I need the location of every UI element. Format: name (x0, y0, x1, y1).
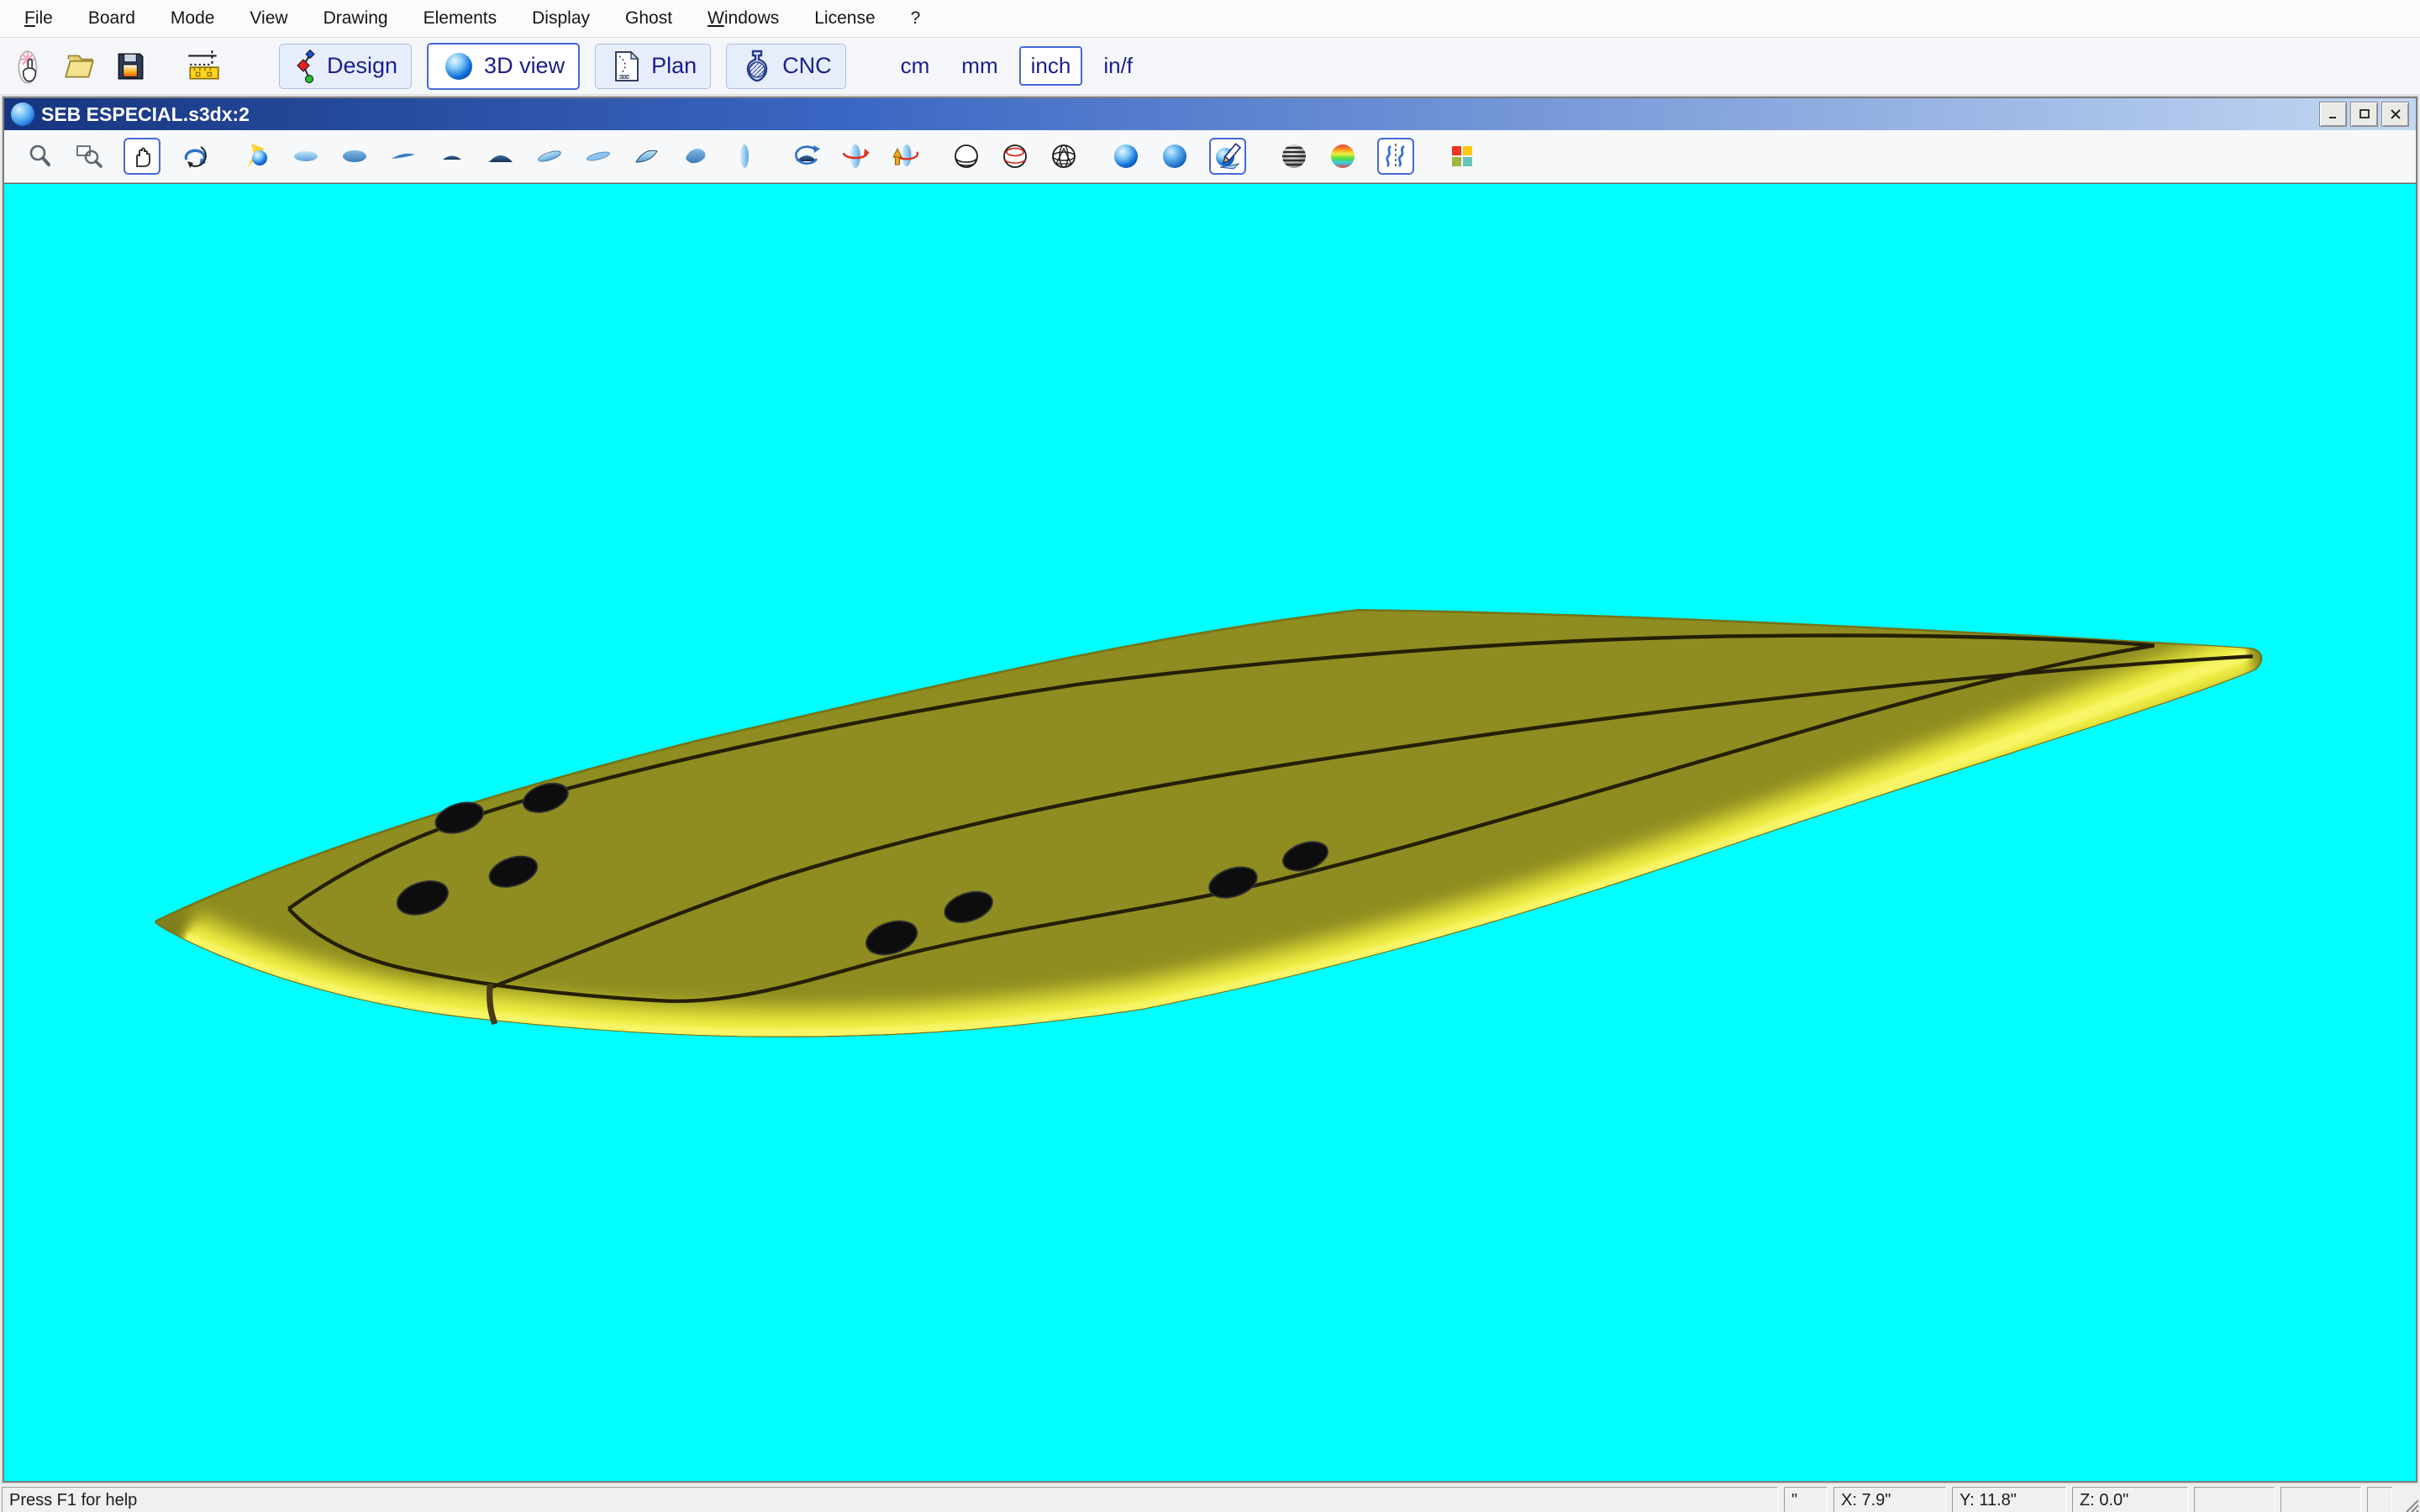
status-empty-panel (2194, 1487, 2275, 1512)
document-title-bar[interactable]: SEB ESPECIAL.s3dx:2 (4, 98, 2416, 130)
cnc-tool-icon (740, 48, 774, 85)
view-toolbar (4, 130, 2416, 183)
menu-item-elements[interactable]: Elements (406, 8, 515, 29)
color-map-icon[interactable] (1328, 142, 1357, 171)
save-file-icon[interactable] (111, 47, 150, 86)
cnc-button-label: CNC (782, 53, 832, 79)
cnc-button[interactable]: CNC (726, 44, 846, 89)
wireframe-mesh-sphere-icon[interactable] (1050, 142, 1078, 171)
main-toolbar: Design 3D view Plan CNC cm (0, 38, 2420, 95)
resize-grip[interactable] (2398, 1487, 2420, 1512)
status-empty-panel (2281, 1487, 2361, 1512)
plan-sheet-icon (609, 48, 643, 85)
menu-item-drawing[interactable]: Drawing (306, 8, 406, 29)
contour-stripes-icon[interactable] (1280, 142, 1308, 171)
menu-item-mode[interactable]: Mode (153, 8, 233, 29)
unit-mm-button[interactable]: mm (950, 47, 1008, 85)
menu-item-ghost[interactable]: Ghost (608, 8, 690, 29)
blue-sphere-icon (442, 50, 476, 83)
rocker-side-view-icon[interactable] (389, 142, 418, 171)
status-empty-panel (2367, 1487, 2392, 1512)
document-title: SEB ESPECIAL.s3dx:2 (41, 103, 250, 126)
model-canvas[interactable] (4, 183, 2416, 1481)
zoom-window-icon[interactable] (75, 142, 103, 171)
menu-item-help[interactable]: ? (893, 8, 939, 29)
pan-hand-icon[interactable] (128, 142, 156, 171)
minimize-button[interactable] (2319, 102, 2347, 127)
new-board-icon[interactable] (10, 47, 49, 86)
unit-cm-button[interactable]: cm (890, 47, 941, 85)
flip-board-icon[interactable] (890, 142, 918, 171)
selected-flow-frame (1377, 138, 1414, 175)
3d-view-button[interactable]: 3D view (427, 43, 580, 90)
spin-board-icon[interactable] (841, 142, 870, 171)
selected-tool-frame (124, 138, 160, 175)
rotate-3d-icon[interactable] (181, 142, 209, 171)
file-icon-group (10, 47, 224, 86)
plan-button-label: Plan (651, 53, 697, 79)
outline-bottom-view-icon[interactable] (340, 142, 369, 171)
perspective-thin-view-icon[interactable] (535, 142, 564, 171)
mode-button-group: Design 3D view Plan CNC (279, 43, 846, 90)
status-x-coordinate: X: 7.9" (1833, 1487, 1946, 1512)
document-window: SEB ESPECIAL.s3dx:2 (3, 97, 2417, 1483)
perspective-flat-view-icon[interactable] (584, 142, 613, 171)
measurements-icon[interactable] (185, 47, 224, 86)
status-bar: Press F1 for help " X: 7.9" Y: 11.8" Z: … (0, 1485, 2420, 1512)
three-quarter-back-view-icon[interactable] (681, 142, 710, 171)
wireframe-red-sphere-icon[interactable] (1001, 142, 1029, 171)
unit-button-group: cm mm inch in/f (890, 46, 1144, 86)
shaded-sphere-icon[interactable] (1160, 142, 1189, 171)
cross-section-large-view-icon[interactable] (487, 142, 515, 171)
zoom-icon[interactable] (26, 142, 55, 171)
menu-item-windows[interactable]: Windows (690, 8, 797, 29)
outline-top-view-icon[interactable] (292, 142, 320, 171)
status-y-coordinate: Y: 11.8" (1952, 1487, 2066, 1512)
design-button[interactable]: Design (279, 44, 412, 89)
design-button-label: Design (327, 53, 397, 79)
maximize-button[interactable] (2350, 102, 2378, 127)
rotate-cross-section-icon[interactable] (792, 142, 821, 171)
window-controls (2319, 102, 2409, 127)
status-z-coordinate: Z: 0.0" (2072, 1487, 2188, 1512)
front-view-icon[interactable] (730, 142, 759, 171)
status-help-text: Press F1 for help (2, 1487, 1778, 1512)
design-nodes-icon (293, 48, 318, 85)
unit-inch-button[interactable]: inch (1019, 46, 1083, 86)
close-button[interactable] (2381, 102, 2409, 127)
wireframe-sphere-icon[interactable] (952, 142, 981, 171)
open-file-icon[interactable] (60, 47, 99, 86)
cross-section-view-icon[interactable] (438, 142, 466, 171)
menu-item-file[interactable]: File (7, 8, 71, 29)
flow-lines-icon[interactable] (1381, 142, 1410, 171)
plan-button[interactable]: Plan (595, 44, 711, 89)
color-palette-icon[interactable] (1448, 142, 1476, 171)
blue-sphere-icon (11, 102, 34, 126)
3d-view-button-label: 3D view (484, 53, 565, 79)
lighting-icon[interactable] (243, 142, 271, 171)
surfboard-3d-render (4, 184, 2416, 1481)
selected-render-frame (1209, 138, 1246, 175)
menu-bar: File Board Mode View Drawing Elements Di… (0, 0, 2420, 38)
menu-item-view[interactable]: View (232, 8, 305, 29)
status-unit-symbol: " (1784, 1487, 1828, 1512)
edit-surface-icon[interactable] (1213, 142, 1242, 171)
solid-sphere-icon[interactable] (1112, 142, 1140, 171)
menu-item-license[interactable]: License (797, 8, 892, 29)
unit-inf-button[interactable]: in/f (1092, 47, 1144, 85)
menu-item-display[interactable]: Display (514, 8, 608, 29)
three-quarter-view-icon[interactable] (633, 142, 661, 171)
menu-item-board[interactable]: Board (71, 8, 153, 29)
